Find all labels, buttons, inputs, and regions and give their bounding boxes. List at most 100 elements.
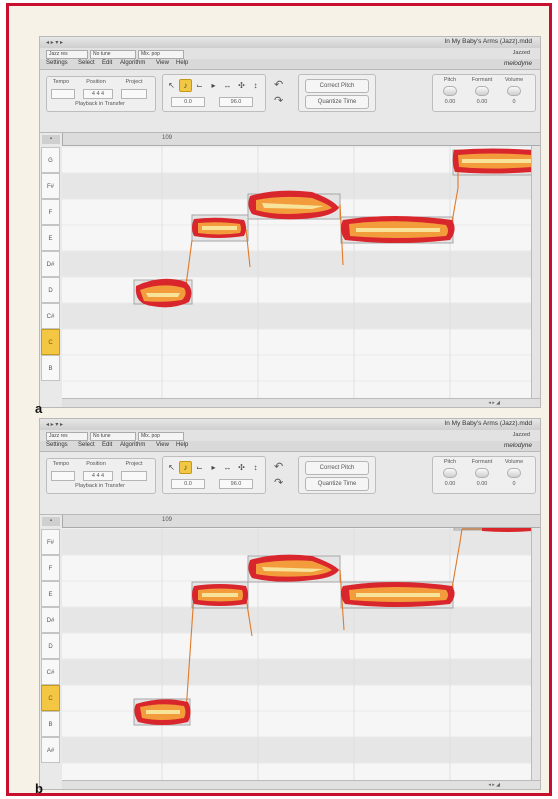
- project-field[interactable]: [121, 89, 147, 99]
- key-f[interactable]: F: [41, 555, 60, 581]
- correct-pitch-button[interactable]: Correct Pitch: [305, 79, 369, 93]
- macro-group: Pitch Formant Volume 0.00 0.00 0: [432, 74, 536, 112]
- pitch-tool-icon[interactable]: ♪: [179, 79, 192, 92]
- note-grid[interactable]: [62, 528, 532, 781]
- key-f-sharp[interactable]: F#: [41, 173, 60, 199]
- correct-pitch-button[interactable]: Correct Pitch: [305, 461, 369, 475]
- amplitude-tool-icon[interactable]: ▸: [207, 461, 220, 474]
- quantize-time-button[interactable]: Quantize Time: [305, 95, 369, 109]
- panel-label-a: a: [35, 401, 43, 416]
- key-e[interactable]: E: [41, 581, 60, 607]
- menu-algorithm[interactable]: Algorithm: [120, 60, 145, 66]
- menu-help[interactable]: Help: [176, 442, 188, 448]
- menu-select[interactable]: Select: [78, 442, 95, 448]
- menu-view[interactable]: View: [156, 60, 169, 66]
- menu-edit[interactable]: Edit: [102, 442, 112, 448]
- preset-select-2[interactable]: No tune: [90, 50, 136, 59]
- position-field[interactable]: 4 4 4: [83, 471, 113, 481]
- key-d-sharp[interactable]: D#: [41, 251, 60, 277]
- undo-icon[interactable]: ↶: [274, 460, 283, 473]
- arrow-tool-icon[interactable]: ↖: [165, 461, 178, 474]
- sync-checkbox[interactable]: Jazzed: [513, 50, 530, 56]
- pitch-knob[interactable]: [443, 86, 457, 96]
- volume-knob[interactable]: [507, 86, 521, 96]
- timeline-ruler[interactable]: 109: [62, 133, 540, 146]
- timeline-ruler[interactable]: 109: [62, 515, 540, 528]
- horizontal-scrollbar[interactable]: ◂ ▸ ◢: [62, 780, 540, 789]
- time-tool-icon[interactable]: ↔: [221, 79, 234, 92]
- menu-help[interactable]: Help: [176, 60, 188, 66]
- amplitude-tool-icon[interactable]: ▸: [207, 79, 220, 92]
- preset-select-1[interactable]: Jazz res: [46, 50, 88, 59]
- vertical-scrollbar[interactable]: [531, 528, 540, 781]
- key-d[interactable]: D: [41, 277, 60, 303]
- key-a-sharp[interactable]: A#: [41, 737, 60, 763]
- tempo-field[interactable]: [51, 471, 75, 481]
- tool-value-1[interactable]: 0.0: [171, 97, 205, 107]
- project-label: Project: [125, 79, 143, 85]
- arrow-tool-icon[interactable]: ↖: [165, 79, 178, 92]
- menu-view[interactable]: View: [156, 442, 169, 448]
- key-c-selected[interactable]: C: [41, 685, 60, 711]
- tempo-label: Tempo: [52, 79, 70, 85]
- redo-icon[interactable]: ↷: [274, 94, 283, 107]
- preset-select-1[interactable]: Jazz res: [46, 432, 88, 441]
- key-d[interactable]: D: [41, 633, 60, 659]
- tool-value-1[interactable]: 0.0: [171, 479, 205, 489]
- piano-keys: ▪ G F# F E D# D C# C B: [40, 133, 63, 407]
- project-field[interactable]: [121, 471, 147, 481]
- formant-value: 0.00: [476, 99, 488, 105]
- time-tool-icon[interactable]: ↔: [221, 461, 234, 474]
- undo-icon[interactable]: ↶: [274, 78, 283, 91]
- position-field[interactable]: 4 4 4: [83, 89, 113, 99]
- menu-bar: Settings Select Edit Algorithm View Help…: [40, 441, 540, 452]
- tool-group: ↖ ♪ ⌙ ▸ ↔ ✣ ↕ 0.0 96.0: [162, 74, 266, 112]
- correction-group: Correct Pitch Quantize Time: [298, 74, 376, 112]
- preset-select-3[interactable]: Mix. pop: [138, 432, 184, 441]
- pitch-drift-tool-icon[interactable]: ↕: [249, 461, 262, 474]
- key-b[interactable]: B: [41, 355, 60, 381]
- preset-select-3[interactable]: Mix. pop: [138, 50, 184, 59]
- window-controls[interactable]: ◂ ▸ ▾ ▸: [46, 39, 63, 46]
- key-f[interactable]: F: [41, 199, 60, 225]
- tool-value-2[interactable]: 96.0: [219, 97, 253, 107]
- playback-label: Playback in Transfer: [75, 483, 125, 489]
- tool-value-2[interactable]: 96.0: [219, 479, 253, 489]
- note-grid[interactable]: [62, 146, 532, 399]
- menu-edit[interactable]: Edit: [102, 60, 112, 66]
- horizontal-scrollbar[interactable]: ◂ ▸ ◢: [62, 398, 540, 407]
- formant-knob[interactable]: [475, 86, 489, 96]
- formant-tool-icon[interactable]: ⌙: [193, 461, 206, 474]
- separation-tool-icon[interactable]: ✣: [235, 461, 248, 474]
- pitch-knob[interactable]: [443, 468, 457, 478]
- key-f-sharp[interactable]: F#: [41, 529, 60, 555]
- window-controls[interactable]: ◂ ▸ ▾ ▸: [46, 421, 63, 428]
- key-d-sharp[interactable]: D#: [41, 607, 60, 633]
- control-area: Tempo Position Project 4 4 4 Playback in…: [40, 70, 540, 133]
- redo-icon[interactable]: ↷: [274, 476, 283, 489]
- tempo-field[interactable]: [51, 89, 75, 99]
- quantize-time-button[interactable]: Quantize Time: [305, 477, 369, 491]
- key-b[interactable]: B: [41, 711, 60, 737]
- zoom-controls-icon[interactable]: ◂ ▸ ◢: [488, 782, 500, 788]
- formant-tool-icon[interactable]: ⌙: [193, 79, 206, 92]
- key-c-sharp[interactable]: C#: [41, 303, 60, 329]
- pitch-tool-icon[interactable]: ♪: [179, 461, 192, 474]
- key-e[interactable]: E: [41, 225, 60, 251]
- sync-checkbox[interactable]: Jazzed: [513, 432, 530, 438]
- window-title: In My Baby's Arms (Jazz).mdd: [444, 38, 532, 45]
- preset-select-2[interactable]: No tune: [90, 432, 136, 441]
- vertical-scrollbar[interactable]: [531, 146, 540, 399]
- key-g[interactable]: G: [41, 147, 60, 173]
- zoom-controls-icon[interactable]: ◂ ▸ ◢: [488, 400, 500, 406]
- key-c-sharp[interactable]: C#: [41, 659, 60, 685]
- formant-knob[interactable]: [475, 468, 489, 478]
- menu-settings[interactable]: Settings: [46, 60, 68, 66]
- key-c-selected[interactable]: C: [41, 329, 60, 355]
- separation-tool-icon[interactable]: ✣: [235, 79, 248, 92]
- menu-select[interactable]: Select: [78, 60, 95, 66]
- pitch-drift-tool-icon[interactable]: ↕: [249, 79, 262, 92]
- menu-algorithm[interactable]: Algorithm: [120, 442, 145, 448]
- volume-knob[interactable]: [507, 468, 521, 478]
- menu-settings[interactable]: Settings: [46, 442, 68, 448]
